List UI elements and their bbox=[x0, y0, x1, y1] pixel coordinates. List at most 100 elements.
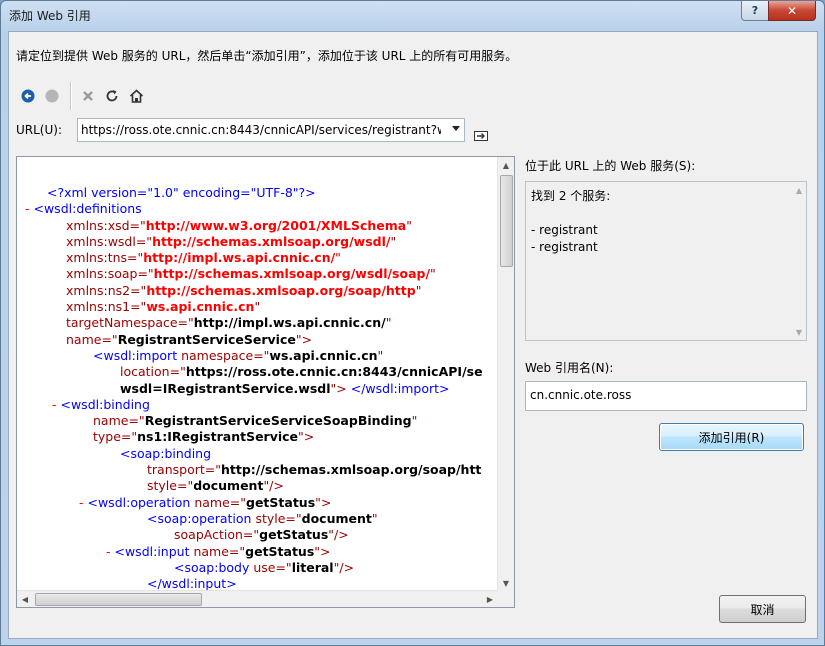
xml-token: use=" bbox=[253, 559, 292, 575]
xml-token: style=" bbox=[147, 478, 194, 494]
xml-line: - <wsdl:input name="getStatus"> bbox=[17, 544, 497, 560]
reference-name-input[interactable]: cn.cnnic.ote.ross bbox=[525, 381, 807, 411]
chevron-down-icon[interactable] bbox=[452, 126, 460, 131]
xml-token: http://impl.ws.api.cnnic.cn/ bbox=[143, 250, 336, 266]
wsdl-preview-pane[interactable]: <?xml version="1.0" encoding="UTF-8"?> - … bbox=[16, 156, 515, 608]
xml-token: "/> bbox=[263, 478, 284, 494]
xml-token: transport=" bbox=[147, 462, 221, 478]
refresh-icon bbox=[106, 90, 118, 102]
xml-token: " bbox=[385, 315, 392, 331]
xml-line: <soap:body use="literal"/> bbox=[17, 560, 497, 576]
xml-line: - <wsdl:operation name="getStatus"> bbox=[17, 495, 497, 511]
browser-toolbar bbox=[17, 82, 149, 110]
xml-token: <wsdl:input bbox=[114, 543, 194, 559]
xml-token: http://schemas.xmlsoap.org/wsdl/soap/ bbox=[153, 266, 431, 282]
xml-line: type="ns1:IRegistrantService"> bbox=[17, 429, 497, 445]
url-combobox[interactable]: https://ross.ote.cnnic.cn:8443/cnnicAPI/… bbox=[77, 118, 465, 142]
services-list[interactable]: 找到 2 个服务: - registrant - registrant ▲ ▼ bbox=[525, 181, 807, 341]
xml-token: <soap:body bbox=[174, 559, 254, 575]
cancel-nav-button[interactable] bbox=[77, 85, 99, 107]
xml-token: " bbox=[335, 250, 341, 266]
reference-name-value: cn.cnnic.ote.ross bbox=[530, 388, 632, 402]
close-button[interactable]: ✕ bbox=[768, 1, 816, 21]
xml-token: xmlns:ns2=" bbox=[66, 282, 147, 298]
reference-name-label: Web 引用名(N): bbox=[525, 361, 614, 375]
services-scrollbar[interactable]: ▲ ▼ bbox=[792, 182, 806, 340]
xml-token: "> bbox=[295, 331, 313, 347]
cancel-button[interactable]: 取消 bbox=[719, 595, 806, 623]
xml-token: xmlns:tns=" bbox=[66, 250, 144, 266]
back-button[interactable] bbox=[17, 85, 39, 107]
scrollbar-corner bbox=[498, 591, 514, 607]
url-input[interactable]: https://ross.ote.cnnic.cn:8443/cnnicAPI/… bbox=[78, 123, 441, 137]
scroll-up-icon[interactable]: ▲ bbox=[498, 157, 514, 173]
xml-token: <soap:operation bbox=[147, 510, 256, 526]
stop-icon bbox=[45, 89, 59, 103]
xml-token: xmlns:wsdl=" bbox=[66, 233, 153, 249]
xml-token: "> bbox=[298, 429, 315, 445]
xml-token: " bbox=[406, 217, 412, 233]
horizontal-scroll-thumb[interactable] bbox=[35, 593, 202, 606]
vertical-scrollbar[interactable]: ▲ ▼ bbox=[497, 157, 514, 591]
xml-token: "/> bbox=[328, 527, 349, 543]
xml-token: getStatus bbox=[246, 494, 316, 510]
xml-line: style="document"/> bbox=[17, 478, 497, 494]
url-label: URL(U): bbox=[16, 123, 62, 137]
cancel-label: 取消 bbox=[750, 602, 775, 617]
xml-token: " bbox=[377, 347, 384, 363]
stop-button[interactable] bbox=[41, 85, 63, 107]
xml-line: <soap:operation style="document" bbox=[17, 511, 497, 527]
help-button[interactable]: ? bbox=[741, 1, 769, 21]
xml-line: <wsdl:import namespace="ws.api.cnnic.cn" bbox=[17, 348, 497, 364]
xml-token: name=" bbox=[193, 543, 246, 559]
xml-line: xmlns:ns1="ws.api.cnnic.cn" bbox=[17, 299, 497, 315]
xml-token: " bbox=[415, 282, 422, 298]
vertical-scroll-thumb[interactable] bbox=[500, 175, 513, 267]
close-icon: ✕ bbox=[786, 3, 798, 18]
xml-token: name=" bbox=[93, 413, 145, 429]
xml-line: name="RegistrantServiceServiceSoapBindin… bbox=[17, 413, 497, 429]
add-reference-label: 添加引用(R) bbox=[698, 430, 765, 445]
xml-token: RegistrantServiceService bbox=[117, 331, 296, 347]
xml-token: namespace=" bbox=[181, 347, 270, 363]
go-button[interactable] bbox=[474, 130, 488, 141]
scroll-left-icon[interactable]: ◀ bbox=[17, 591, 33, 607]
xml-token: xmlns:soap=" bbox=[66, 266, 154, 282]
xml-line: targetNamespace="http://impl.ws.api.cnni… bbox=[17, 315, 497, 331]
xml-token: xmlns:ns1=" bbox=[66, 299, 147, 315]
title-bar[interactable]: 添加 Web 引用 ? ✕ bbox=[1, 1, 824, 31]
service-item: - registrant bbox=[531, 240, 598, 254]
scroll-right-icon[interactable]: ▶ bbox=[482, 591, 498, 607]
xml-token: location=" bbox=[120, 364, 186, 380]
horizontal-scrollbar[interactable]: ◀ ▶ bbox=[17, 590, 498, 607]
xml-token: getStatus bbox=[259, 527, 329, 543]
xml-line: <soap:binding bbox=[17, 446, 497, 462]
cancel-icon bbox=[83, 91, 93, 101]
xml-token: literal bbox=[291, 559, 334, 575]
scroll-down-icon[interactable]: ▼ bbox=[498, 575, 514, 591]
xml-token: soapAction=" bbox=[174, 527, 260, 543]
back-icon bbox=[21, 89, 35, 103]
xml-token: " bbox=[411, 413, 418, 429]
window-title: 添加 Web 引用 bbox=[9, 9, 91, 23]
scroll-up-icon[interactable]: ▲ bbox=[792, 182, 806, 198]
xml-token: http://impl.ws.api.cnnic.cn/ bbox=[193, 315, 386, 331]
xml-token: " bbox=[371, 510, 378, 526]
dialog-body: 请定位到提供 Web 服务的 URL，然后单击“添加引用”，添加位于该 URL … bbox=[8, 31, 818, 639]
xml-token: </wsdl:import> bbox=[346, 380, 450, 396]
scroll-down-icon[interactable]: ▼ bbox=[792, 324, 806, 340]
wsdl-xml-content: <?xml version="1.0" encoding="UTF-8"?> - … bbox=[17, 185, 497, 605]
xml-token: document bbox=[301, 510, 372, 526]
xml-token: wsdl=IRegistrantService.wsdl bbox=[120, 380, 331, 396]
xml-token: name=" bbox=[194, 494, 246, 510]
xml-line: <?xml version="1.0" encoding="UTF-8"?> bbox=[17, 185, 497, 201]
add-reference-button[interactable]: 添加引用(R) bbox=[659, 423, 804, 451]
xml-token: xmlns:xsd=" bbox=[66, 217, 146, 233]
home-button[interactable] bbox=[125, 85, 147, 107]
help-icon: ? bbox=[751, 4, 759, 17]
refresh-button[interactable] bbox=[101, 85, 123, 107]
xml-token: RegistrantServiceServiceSoapBinding bbox=[144, 413, 412, 429]
go-arrow-icon bbox=[474, 131, 488, 141]
xml-token: ws.api.cnnic.cn bbox=[146, 299, 255, 315]
xml-token: name=" bbox=[66, 331, 118, 347]
